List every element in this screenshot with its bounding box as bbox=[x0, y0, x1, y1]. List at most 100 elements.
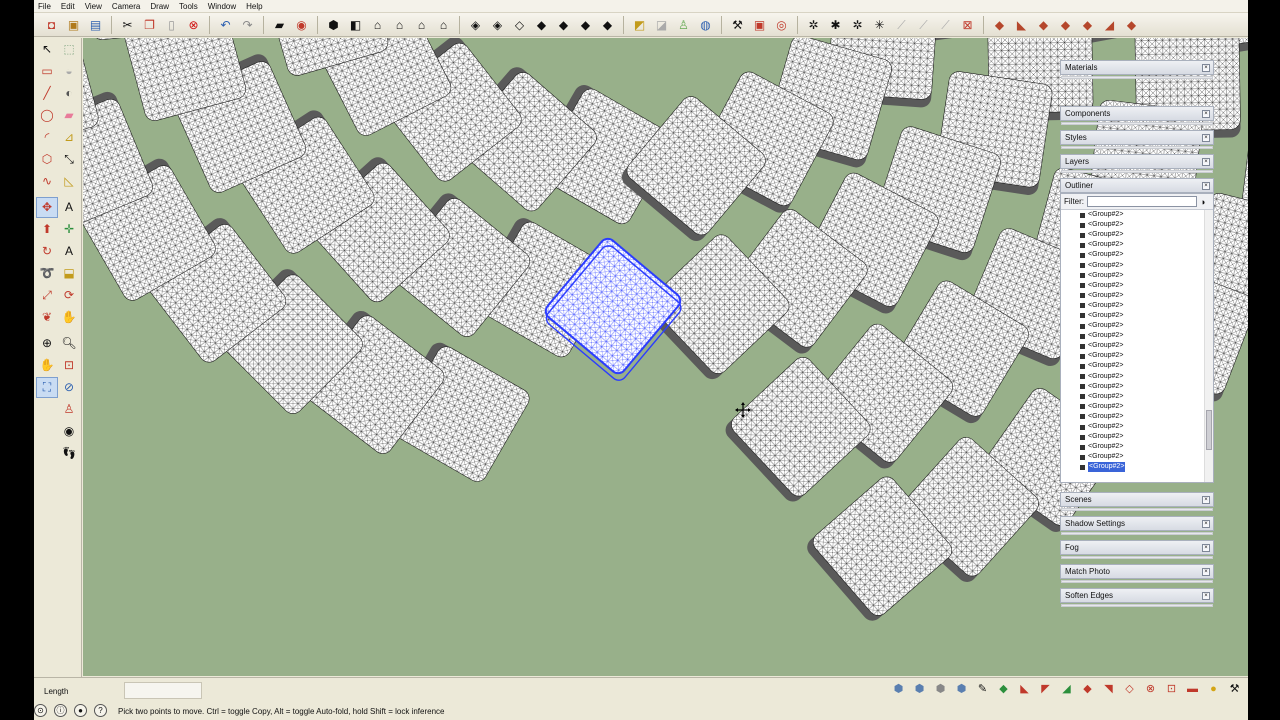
sandbox-smoove-icon[interactable]: ◆ bbox=[1034, 15, 1053, 34]
walk-icon[interactable]: ⚒ bbox=[728, 15, 747, 34]
eraser-tool-icon[interactable]: ◐ bbox=[58, 83, 80, 104]
back-edges-icon[interactable]: ◈ bbox=[488, 15, 507, 34]
outliner-item[interactable]: <Group#2> bbox=[1080, 462, 1203, 473]
sandbox-detail-icon[interactable]: ◢ bbox=[1100, 15, 1119, 34]
paste-icon[interactable]: ▯ bbox=[162, 15, 181, 34]
textured-icon[interactable]: ◆ bbox=[576, 15, 595, 34]
copy-icon[interactable]: ❐ bbox=[140, 15, 159, 34]
print-icon[interactable]: ▰ bbox=[270, 15, 289, 34]
outliner-item[interactable]: <Group#2> bbox=[1080, 240, 1203, 250]
outliner-item[interactable]: <Group#2> bbox=[1080, 351, 1203, 361]
close-icon[interactable]: × bbox=[1202, 519, 1210, 528]
outliner-item[interactable]: <Group#2> bbox=[1080, 382, 1203, 392]
outliner-item[interactable]: <Group#2> bbox=[1080, 311, 1203, 321]
plugin-red-f-icon[interactable]: ◇ bbox=[1121, 681, 1138, 698]
plugin-red-e-icon[interactable]: ◥ bbox=[1100, 681, 1117, 698]
outliner-item[interactable]: <Group#2> bbox=[1080, 422, 1203, 432]
measurements-box[interactable] bbox=[124, 682, 202, 699]
fog-panel[interactable]: Fog × bbox=[1060, 540, 1214, 559]
circle-tool-icon[interactable]: ◯ bbox=[36, 105, 58, 126]
credits-icon[interactable]: ⓘ bbox=[54, 704, 67, 717]
close-icon[interactable]: × bbox=[1202, 567, 1210, 576]
position-camera-tool-icon[interactable]: ♙ bbox=[58, 399, 80, 420]
3d-text-icon[interactable]: A bbox=[58, 241, 80, 262]
menu-camera[interactable]: Camera bbox=[112, 2, 140, 11]
model-info-icon[interactable]: ◉ bbox=[292, 15, 311, 34]
outliner-item[interactable]: <Group#2> bbox=[1080, 452, 1203, 462]
sandbox-stamp-icon[interactable]: ◆ bbox=[1056, 15, 1075, 34]
outliner-item[interactable]: <Group#2> bbox=[1080, 220, 1203, 230]
menu-edit[interactable]: Edit bbox=[61, 2, 75, 11]
top-view-icon[interactable]: ◧ bbox=[346, 15, 365, 34]
outliner-item[interactable]: <Group#2> bbox=[1080, 321, 1203, 331]
gold-coin-icon[interactable]: ● bbox=[1205, 681, 1222, 698]
display-cuts-icon[interactable]: ♙ bbox=[674, 15, 693, 34]
outliner-item[interactable]: <Group#2> bbox=[1080, 260, 1203, 270]
section-plane-icon[interactable]: ◩ bbox=[630, 15, 649, 34]
polygon-tool-icon[interactable]: ⬡ bbox=[36, 149, 58, 170]
shadow-settings-panel[interactable]: Shadow Settings × bbox=[1060, 516, 1214, 535]
close-icon[interactable]: × bbox=[1202, 181, 1210, 190]
plugin-green-c-icon[interactable]: ◢ bbox=[1058, 681, 1075, 698]
box-view-icon[interactable]: ⬢ bbox=[890, 681, 907, 698]
close-icon[interactable]: × bbox=[1202, 495, 1210, 504]
menu-tools[interactable]: Tools bbox=[179, 2, 198, 11]
line-tool-icon[interactable]: ╱ bbox=[36, 83, 58, 104]
outliner-item[interactable]: <Group#2> bbox=[1080, 442, 1203, 452]
save-icon[interactable]: ▤ bbox=[86, 15, 105, 34]
outliner-item[interactable]: <Group#2> bbox=[1080, 402, 1203, 412]
box-view-2-icon[interactable]: ⬢ bbox=[911, 681, 928, 698]
details-arrow-icon[interactable]: ◑ bbox=[1200, 197, 1205, 207]
soften-edges-panel[interactable]: Soften Edges × bbox=[1060, 588, 1214, 607]
arc-tool-icon[interactable]: ◜ bbox=[36, 127, 58, 148]
close-icon[interactable]: × bbox=[1202, 591, 1210, 600]
outliner-item[interactable]: <Group#2> bbox=[1080, 392, 1203, 402]
toggle-terrain-icon[interactable]: ✲ bbox=[804, 15, 823, 34]
close-icon[interactable]: × bbox=[1202, 109, 1210, 118]
look-around-icon[interactable]: ▣ bbox=[750, 15, 769, 34]
outliner-item[interactable]: <Group#2> bbox=[1080, 250, 1203, 260]
previous-view-icon[interactable]: ⊘ bbox=[58, 377, 80, 398]
wireframe-icon[interactable]: ◇ bbox=[510, 15, 529, 34]
back-view-icon[interactable]: ⌂ bbox=[412, 15, 431, 34]
solid-union-icon[interactable]: ⟋ bbox=[892, 15, 911, 34]
extension-warehouse-icon[interactable]: ✳ bbox=[870, 15, 889, 34]
plugin-red-h-icon[interactable]: ⊡ bbox=[1163, 681, 1180, 698]
xray-icon[interactable]: ◈ bbox=[466, 15, 485, 34]
offset-tool-icon[interactable]: ❦ bbox=[36, 307, 58, 328]
match-photo-panel[interactable]: Match Photo × bbox=[1060, 564, 1214, 583]
add-location-icon[interactable]: ◎ bbox=[772, 15, 791, 34]
monochrome-icon[interactable]: ◆ bbox=[598, 15, 617, 34]
layers-panel[interactable]: Layers × bbox=[1060, 154, 1214, 173]
make-component-icon[interactable]: ⬚ bbox=[58, 39, 80, 60]
tools-icon[interactable]: ⚒ bbox=[1226, 681, 1243, 698]
plugin-red-a-icon[interactable]: ◣ bbox=[1016, 681, 1033, 698]
freehand-tool-icon[interactable]: ∿ bbox=[36, 171, 58, 192]
plugin-red-d-icon[interactable]: ◆ bbox=[1079, 681, 1096, 698]
erase-icon[interactable]: ⊗ bbox=[184, 15, 203, 34]
walk-tool-icon[interactable]: 👣︎ bbox=[58, 443, 80, 464]
undo-icon[interactable]: ↶ bbox=[216, 15, 235, 34]
left-view-icon[interactable]: ⌂ bbox=[434, 15, 453, 34]
outliner-item[interactable]: <Group#2> bbox=[1080, 210, 1203, 220]
menu-window[interactable]: Window bbox=[208, 2, 236, 11]
solid-trim-icon[interactable]: ⟋ bbox=[936, 15, 955, 34]
geo-location-icon[interactable]: ⊙ bbox=[34, 704, 47, 717]
sandbox-flip-icon[interactable]: ◆ bbox=[1122, 15, 1141, 34]
zoom-extents-icon[interactable]: ⛶ bbox=[36, 376, 58, 398]
share-model-icon[interactable]: ✲ bbox=[848, 15, 867, 34]
outliner-panel[interactable]: Outliner × bbox=[1060, 178, 1214, 193]
paint-bucket-icon[interactable]: ◒ bbox=[58, 61, 80, 82]
solid-intersect-icon[interactable]: ⊠ bbox=[958, 15, 977, 34]
right-view-icon[interactable]: ⌂ bbox=[390, 15, 409, 34]
section-tool-icon[interactable]: ⬓ bbox=[58, 263, 80, 284]
close-icon[interactable]: × bbox=[1202, 133, 1210, 142]
open-icon[interactable]: ▣ bbox=[64, 15, 83, 34]
close-icon[interactable]: × bbox=[1202, 157, 1210, 166]
outliner-scrollbar[interactable] bbox=[1204, 210, 1213, 482]
plugin-red-b-icon[interactable]: ◤ bbox=[1037, 681, 1054, 698]
tape-measure-icon[interactable]: ⊿ bbox=[58, 127, 80, 148]
outliner-item[interactable]: <Group#2> bbox=[1080, 281, 1203, 291]
protractor-tool-icon[interactable]: ◺ bbox=[58, 171, 80, 192]
axes-tool-icon[interactable]: ✛ bbox=[58, 219, 80, 240]
